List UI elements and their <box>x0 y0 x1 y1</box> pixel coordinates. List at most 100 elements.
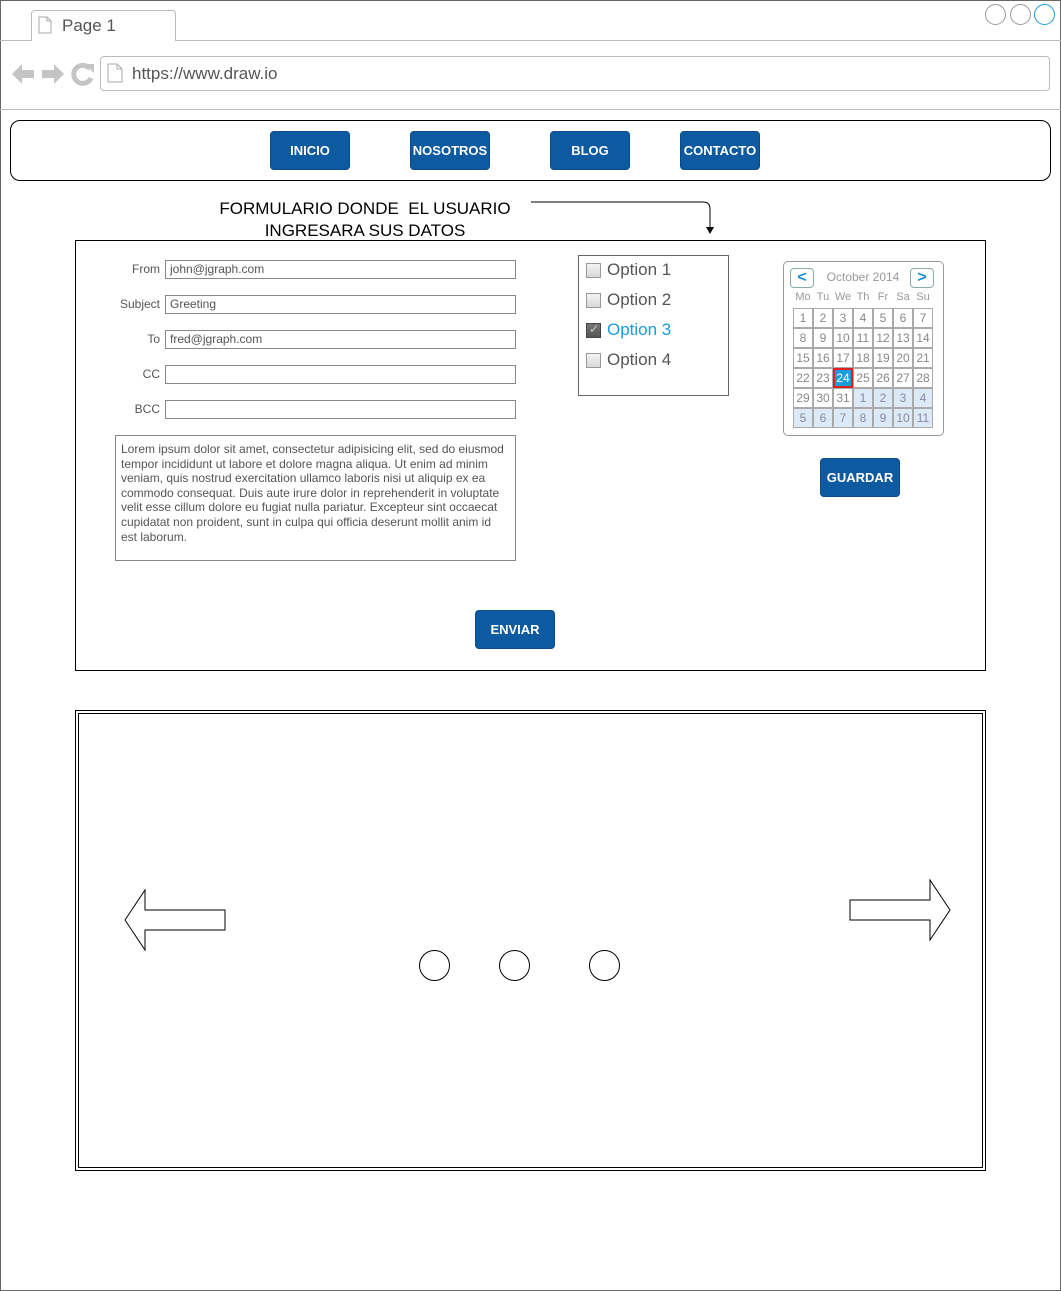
to-label: To <box>147 332 160 346</box>
calendar-day[interactable]: 5 <box>873 308 893 328</box>
calendar-day[interactable]: 17 <box>833 348 853 368</box>
checkbox-option-1[interactable] <box>586 262 601 278</box>
calendar-day[interactable]: 9 <box>813 328 833 348</box>
page-icon <box>107 63 123 83</box>
calendar-day[interactable]: 8 <box>793 328 813 348</box>
page-icon <box>38 16 52 34</box>
calendar-day[interactable]: 9 <box>873 408 893 428</box>
annotation-arrow-icon <box>531 201 714 234</box>
calendar-prev-button[interactable]: < <box>790 268 814 288</box>
carousel-indicator-3[interactable] <box>589 950 620 981</box>
back-arrow-icon[interactable] <box>10 60 36 88</box>
calendar-next-button[interactable]: > <box>910 268 934 288</box>
calendar-day[interactable]: 27 <box>893 368 913 388</box>
calendar-weekday: Th <box>856 291 870 303</box>
calendar-day[interactable]: 12 <box>873 328 893 348</box>
calendar-day[interactable]: 25 <box>853 368 873 388</box>
from-field[interactable]: john@jgraph.com <box>165 260 516 279</box>
save-button[interactable]: GUARDAR <box>820 458 900 497</box>
calendar-day[interactable]: 15 <box>793 348 813 368</box>
checkbox-option-2[interactable] <box>586 292 601 308</box>
calendar-day[interactable]: 8 <box>853 408 873 428</box>
calendar-day[interactable]: 1 <box>793 308 813 328</box>
annotation-line-2: INGRESARA SUS DATOS <box>264 221 466 240</box>
from-label: From <box>132 262 160 276</box>
calendar-day[interactable]: 22 <box>793 368 813 388</box>
calendar-day[interactable]: 6 <box>893 308 913 328</box>
toolbar-divider <box>0 109 1061 110</box>
checkbox-option-3[interactable] <box>586 322 601 338</box>
subject-label: Subject <box>119 297 160 311</box>
main-navbar <box>10 120 1051 181</box>
option-label-3: Option 3 <box>607 320 672 339</box>
send-button[interactable]: ENVIAR <box>475 610 555 649</box>
nav-nosotros-button[interactable]: NOSOTROS <box>410 131 490 170</box>
cc-field[interactable] <box>165 365 516 384</box>
calendar-day[interactable]: 30 <box>813 388 833 408</box>
calendar-day[interactable]: 7 <box>833 408 853 428</box>
subject-field[interactable]: Greeting <box>165 295 516 314</box>
calendar-day[interactable]: 31 <box>833 388 853 408</box>
calendar-weekday: Mo <box>795 291 811 303</box>
checkbox-option-4[interactable] <box>586 352 601 368</box>
calendar-day[interactable]: 29 <box>793 388 813 408</box>
calendar-day[interactable]: 21 <box>913 348 933 368</box>
calendar-day[interactable]: 20 <box>893 348 913 368</box>
calendar-day[interactable]: 14 <box>913 328 933 348</box>
calendar-day[interactable]: 5 <box>793 408 813 428</box>
reload-icon[interactable] <box>70 60 96 88</box>
calendar-day[interactable]: 23 <box>813 368 833 388</box>
calendar-day[interactable]: 19 <box>873 348 893 368</box>
nav-blog-button[interactable]: BLOG <box>550 131 630 170</box>
calendar-day[interactable]: 28 <box>913 368 933 388</box>
tab-title: Page 1 <box>62 16 116 35</box>
calendar-day[interactable]: 7 <box>913 308 933 328</box>
bcc-label: BCC <box>134 402 160 416</box>
carousel-indicator-1[interactable] <box>419 950 450 981</box>
calendar-day[interactable]: 3 <box>893 388 913 408</box>
calendar-day[interactable]: 2 <box>873 388 893 408</box>
option-label-4: Option 4 <box>607 350 672 369</box>
option-row-4[interactable]: Option 4 <box>586 348 671 372</box>
left-arrow-icon[interactable] <box>124 889 226 951</box>
annotation-line-1: FORMULARIO DONDE EL USUARIO <box>219 199 511 218</box>
option-label-2: Option 2 <box>607 290 672 309</box>
calendar-day[interactable]: 10 <box>893 408 913 428</box>
cc-label: CC <box>142 367 160 381</box>
calendar-day[interactable]: 2 <box>813 308 833 328</box>
window-maximize-button[interactable] <box>1010 4 1031 25</box>
calendar-weekday: Fr <box>877 291 889 303</box>
calendar-day[interactable]: 11 <box>913 408 933 428</box>
bcc-field[interactable] <box>165 400 516 419</box>
nav-inicio-button[interactable]: INICIO <box>270 131 350 170</box>
calendar-day[interactable]: 13 <box>893 328 913 348</box>
calendar-day[interactable]: 26 <box>873 368 893 388</box>
calendar-day[interactable]: 10 <box>833 328 853 348</box>
nav-contacto-button[interactable]: CONTACTO <box>680 131 760 170</box>
message-textarea[interactable]: Lorem ipsum dolor sit amet, consectetur … <box>115 435 516 561</box>
calendar-weekday: We <box>834 291 852 303</box>
url-text[interactable]: https://www.draw.io <box>132 64 278 84</box>
calendar-day[interactable]: 1 <box>853 388 873 408</box>
calendar-day[interactable]: 4 <box>913 388 933 408</box>
form-annotation: FORMULARIO DONDE EL USUARIO INGRESARA SU… <box>200 198 530 242</box>
option-row-3[interactable]: Option 3 <box>586 318 671 342</box>
window-minimize-button[interactable] <box>985 4 1006 25</box>
forward-arrow-icon[interactable] <box>40 60 66 88</box>
calendar-day-selected[interactable]: 24 <box>833 368 853 388</box>
calendar-day[interactable]: 6 <box>813 408 833 428</box>
option-label-1: Option 1 <box>607 260 672 279</box>
calendar-day[interactable]: 16 <box>813 348 833 368</box>
calendar-weekday: Tu <box>816 291 830 303</box>
calendar-day[interactable]: 3 <box>833 308 853 328</box>
calendar-weekday: Su <box>916 291 930 303</box>
window-close-button[interactable] <box>1034 4 1055 25</box>
option-row-1[interactable]: Option 1 <box>586 258 671 282</box>
carousel-indicator-2[interactable] <box>499 950 530 981</box>
calendar-day[interactable]: 11 <box>853 328 873 348</box>
option-row-2[interactable]: Option 2 <box>586 288 671 312</box>
right-arrow-icon[interactable] <box>849 879 951 941</box>
calendar-day[interactable]: 18 <box>853 348 873 368</box>
calendar-day[interactable]: 4 <box>853 308 873 328</box>
to-field[interactable]: fred@jgraph.com <box>165 330 516 349</box>
